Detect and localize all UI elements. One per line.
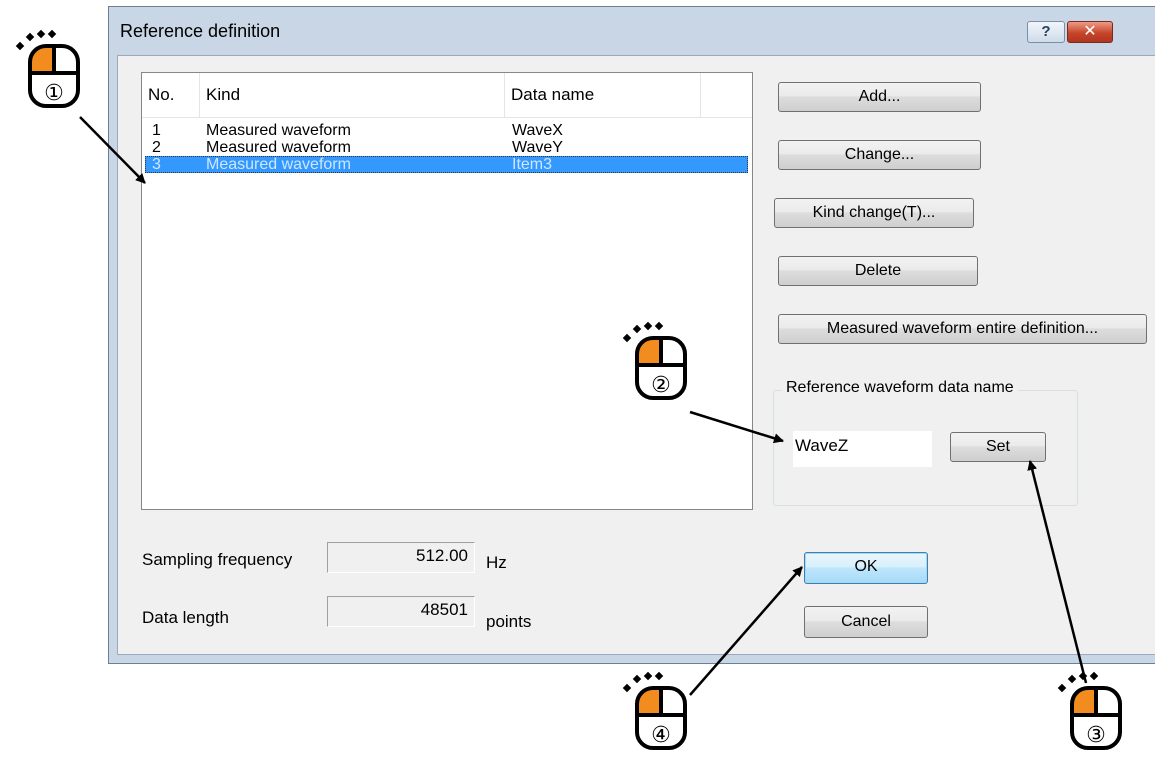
- mouse-left-click-icon: ③: [1057, 671, 1122, 750]
- callout-arrow-2: [689, 410, 784, 444]
- callout-number: ③: [1086, 723, 1106, 748]
- mouse-left-click-icon: ②: [622, 321, 687, 400]
- callout-number: ②: [651, 373, 671, 398]
- mouse-left-click-icon: ①: [15, 29, 80, 108]
- callout-arrow-4: [689, 566, 803, 696]
- callout-arrow-1: [79, 116, 146, 184]
- callout-arrows: [79, 116, 1088, 696]
- mouse-left-click-icon: ④: [622, 671, 687, 750]
- callout-number: ①: [44, 81, 64, 106]
- callout-number: ④: [651, 723, 671, 748]
- callout-arrow-3: [1027, 460, 1088, 684]
